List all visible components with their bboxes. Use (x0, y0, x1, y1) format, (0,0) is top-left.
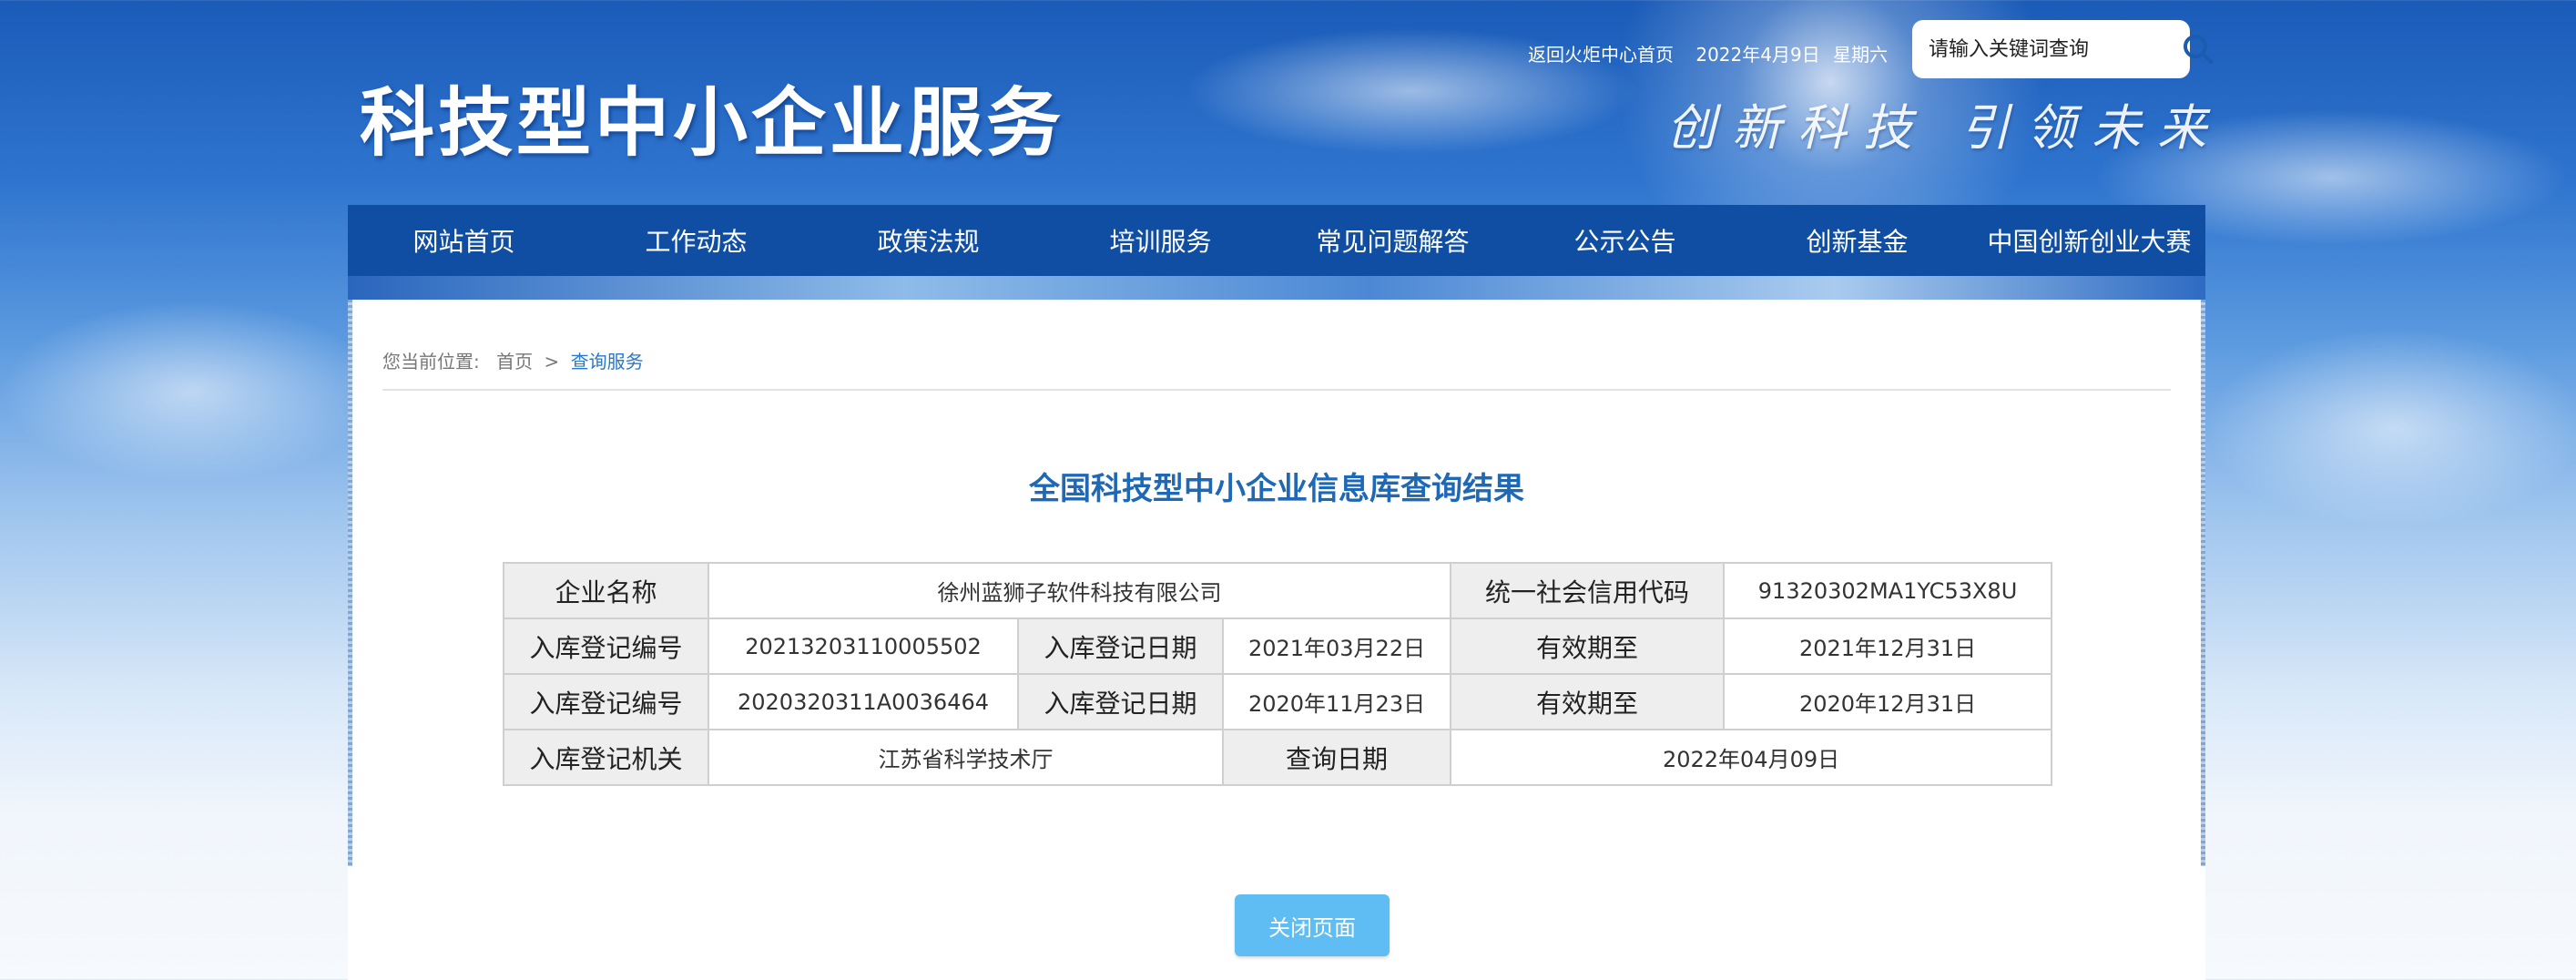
nav-item-innovation-fund[interactable]: 创新基金 (1741, 222, 1973, 259)
query-date-label: 查询日期 (1221, 729, 1452, 786)
company-name-value: 徐州蓝狮子软件科技有限公司 (707, 562, 1452, 619)
nav-item-faq[interactable]: 常见问题解答 (1277, 222, 1509, 259)
breadcrumb-prefix: 您当前位置: (382, 351, 480, 373)
top-links: 返回火炬中心首页 2022年4月9日 星期六 (1528, 40, 1904, 66)
table-row: 入库登记机关 江苏省科学技术厅 查询日期 2022年04月09日 (503, 729, 2053, 786)
nav-decoration-strip (348, 276, 2205, 300)
main-nav: 网站首页 工作动态 政策法规 培训服务 常见问题解答 公示公告 创新基金 中国创… (348, 205, 2205, 276)
site-title: 科技型中小企业服务 (360, 79, 1065, 167)
breadcrumb: 您当前位置: 首页 > 查询服务 (382, 347, 644, 373)
search-input[interactable] (1927, 30, 2180, 68)
site-slogan: 创新科技 引领未来 (1666, 99, 2224, 157)
breadcrumb-divider (382, 389, 2171, 391)
valid-until-label: 有效期至 (1450, 618, 1726, 675)
valid-until-label: 有效期至 (1450, 673, 1726, 730)
content-panel: 您当前位置: 首页 > 查询服务 全国科技型中小企业信息库查询结果 企业名称 徐… (348, 300, 2205, 980)
breadcrumb-current-link[interactable]: 查询服务 (571, 351, 644, 373)
registration-number-label: 入库登记编号 (503, 673, 709, 730)
credit-code-value: 91320302MA1YC53X8U (1723, 562, 2053, 619)
table-row: 入库登记编号 20213203110005502 入库登记日期 2021年03月… (503, 618, 2053, 675)
registration-number-value: 20213203110005502 (708, 618, 1019, 675)
registration-date-label: 入库登记日期 (1017, 618, 1224, 675)
nav-item-work-news[interactable]: 工作动态 (580, 222, 812, 259)
current-weekday: 星期六 (1833, 44, 1889, 66)
home-link[interactable]: 返回火炬中心首页 (1528, 44, 1674, 66)
nav-item-announcements[interactable]: 公示公告 (1509, 222, 1741, 259)
registration-date-label: 入库登记日期 (1017, 673, 1224, 730)
registration-number-value: 2020320311A0036464 (708, 673, 1019, 730)
nav-item-policies[interactable]: 政策法规 (812, 222, 1044, 259)
nav-item-home[interactable]: 网站首页 (348, 222, 580, 259)
registration-number-label: 入库登记编号 (503, 618, 709, 675)
query-date-value: 2022年04月09日 (1450, 729, 2053, 786)
nav-item-training[interactable]: 培训服务 (1044, 222, 1277, 259)
close-page-button[interactable]: 关闭页面 (1235, 894, 1390, 956)
credit-code-label: 统一社会信用代码 (1450, 562, 1726, 619)
registration-authority-label: 入库登记机关 (503, 729, 709, 786)
result-table: 企业名称 徐州蓝狮子软件科技有限公司 统一社会信用代码 91320302MA1Y… (503, 562, 2053, 786)
panel-edge-right (2201, 300, 2205, 866)
breadcrumb-separator: > (544, 351, 560, 373)
nav-item-innovation-contest[interactable]: 中国创新创业大赛 (1973, 222, 2205, 259)
cloud-decoration (0, 301, 382, 483)
registration-date-value: 2021年03月22日 (1221, 618, 1452, 675)
panel-edge-left (348, 300, 352, 866)
cloud-decoration (2204, 328, 2576, 528)
search-icon[interactable] (2180, 31, 2216, 67)
table-row: 企业名称 徐州蓝狮子软件科技有限公司 统一社会信用代码 91320302MA1Y… (503, 562, 2053, 619)
table-row: 入库登记编号 2020320311A0036464 入库登记日期 2020年11… (503, 673, 2053, 730)
valid-until-value: 2020年12月31日 (1723, 673, 2053, 730)
search-box (1912, 20, 2213, 78)
company-name-label: 企业名称 (503, 562, 709, 619)
registration-authority-value: 江苏省科学技术厅 (708, 729, 1224, 786)
current-date: 2022年4月9日 (1695, 44, 1820, 66)
valid-until-value: 2021年12月31日 (1723, 618, 2053, 675)
breadcrumb-home-link[interactable]: 首页 (496, 351, 533, 373)
result-title: 全国科技型中小企业信息库查询结果 (1029, 471, 1524, 507)
registration-date-value: 2020年11月23日 (1221, 673, 1452, 730)
